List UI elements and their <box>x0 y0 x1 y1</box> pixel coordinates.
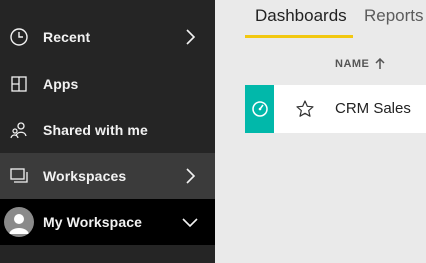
nav-item-label: Apps <box>43 76 79 92</box>
nav-item-apps[interactable]: Apps <box>0 61 215 107</box>
nav-item-workspaces[interactable]: Workspaces <box>0 153 215 199</box>
nav-item-shared-with-me[interactable]: Shared with me <box>0 107 215 153</box>
nav-item-my-workspace[interactable]: My Workspace <box>0 199 215 245</box>
sort-ascending-icon <box>375 58 385 70</box>
nav-item-label: Shared with me <box>43 122 148 138</box>
sidebar-footer <box>0 245 215 263</box>
dashboard-name[interactable]: CRM Sales <box>335 100 411 117</box>
column-header-name[interactable]: NAME <box>335 58 385 70</box>
tab-dashboards[interactable]: Dashboards <box>255 6 347 26</box>
clock-icon <box>8 26 30 48</box>
nav-item-label: Workspaces <box>43 168 127 184</box>
chevron-right-icon[interactable] <box>180 27 200 47</box>
table-row[interactable]: CRM Sales <box>245 85 426 133</box>
nav-item-label: My Workspace <box>43 214 142 230</box>
avatar <box>4 207 34 237</box>
chevron-right-icon[interactable] <box>180 166 200 186</box>
tab-reports[interactable]: Reports <box>364 6 424 26</box>
apps-icon <box>8 73 30 95</box>
nav-item-label: Recent <box>43 29 91 45</box>
workspaces-icon <box>8 165 30 187</box>
shared-people-icon <box>8 119 30 141</box>
nav-item-recent[interactable]: Recent <box>0 14 215 60</box>
content-area: Dashboards Reports NAME CRM Sales <box>215 0 426 263</box>
dashboard-gauge-icon <box>245 85 274 133</box>
left-nav-pane: Recent Apps Shared with me Workspaces My… <box>0 0 215 263</box>
chevron-down-icon[interactable] <box>180 212 200 232</box>
active-tab-indicator <box>245 35 353 38</box>
column-header-label: NAME <box>335 58 370 70</box>
favorite-star-icon[interactable] <box>295 99 315 119</box>
